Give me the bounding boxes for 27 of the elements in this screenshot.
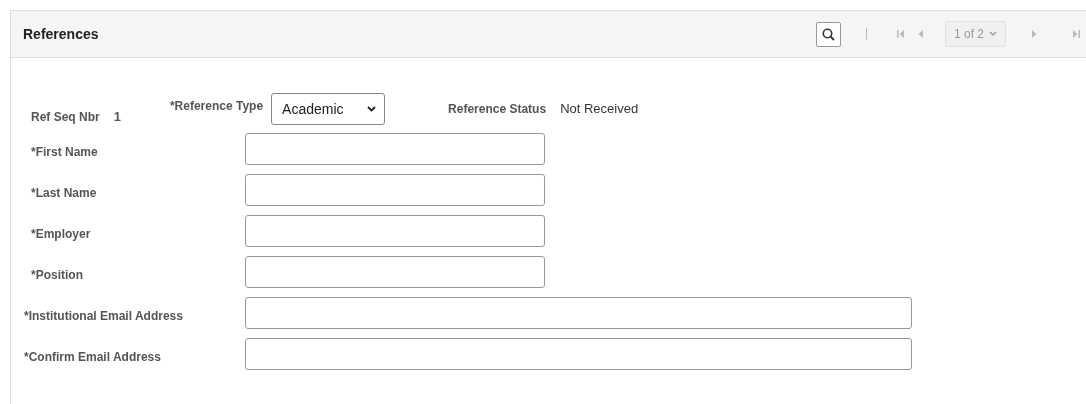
text-input[interactable]	[245, 338, 912, 370]
triangle-right-icon	[1030, 29, 1038, 39]
field-value: Not Received	[560, 101, 639, 116]
field-label: *Employer	[31, 226, 92, 241]
text-input[interactable]	[245, 297, 912, 329]
chevron-down-icon	[989, 31, 997, 37]
skip-back-icon	[895, 29, 906, 39]
search-icon	[821, 27, 835, 41]
reference-type-select[interactable]: Academic	[271, 93, 386, 125]
field-label: Reference Status	[448, 102, 547, 116]
text-input[interactable]	[245, 215, 545, 247]
field-label: Ref Seq Nbr	[31, 110, 100, 124]
text-input[interactable]	[245, 256, 545, 288]
triangle-left-icon	[916, 29, 925, 39]
text-input[interactable]	[245, 133, 545, 165]
chevron-down-icon	[367, 106, 377, 112]
field-label: *Confirm Email Address	[24, 349, 162, 364]
field-label: *Institutional Email Address	[24, 308, 184, 323]
text-input[interactable]	[245, 174, 545, 206]
skip-forward-icon	[1071, 29, 1081, 39]
section-title: References	[23, 26, 99, 42]
field-label: *Last Name	[31, 185, 98, 200]
field-label: *First Name	[31, 144, 99, 159]
search-button[interactable]	[815, 21, 841, 47]
field-label: *Position	[31, 267, 84, 282]
field-value: 1	[113, 109, 121, 124]
field-label: *Reference Type	[169, 99, 264, 113]
